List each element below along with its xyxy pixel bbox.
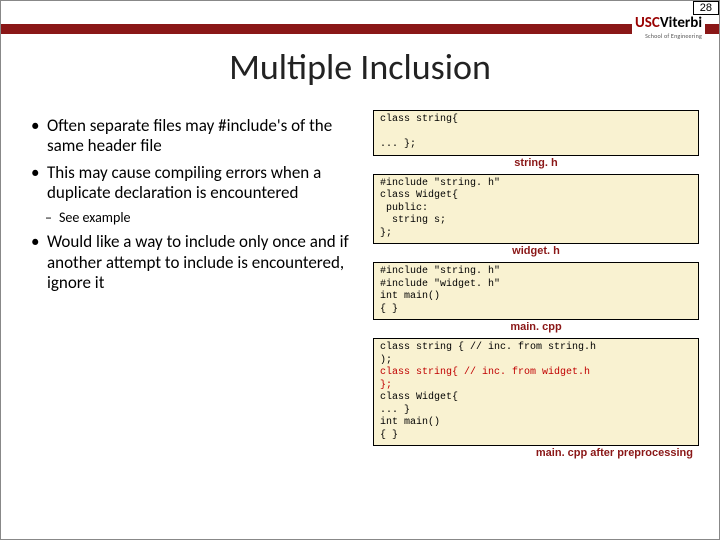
logo-main: USCViterbi: [635, 16, 702, 31]
code-column: class string{ ... }; string. h #include …: [361, 106, 711, 536]
code-box-widget-h: #include "string. h" class Widget{ publi…: [373, 174, 699, 245]
file-label: widget. h: [373, 245, 699, 257]
code-box-string-h: class string{ ... };: [373, 110, 699, 156]
logo: USCViterbi School of Engineering: [632, 15, 705, 41]
code-line: class string { // inc. from string.h: [380, 342, 596, 353]
file-label: main. cpp after preprocessing: [373, 447, 699, 459]
slide-title: Multiple Inclusion: [1, 45, 719, 89]
content-area: Often separate files may #include's of t…: [1, 106, 719, 536]
logo-usc: USC: [635, 14, 660, 32]
header-bar: [1, 24, 719, 34]
code-box-main-cpp: #include "string. h" #include "widget. h…: [373, 262, 699, 320]
text-column: Often separate files may #include's of t…: [1, 106, 361, 536]
code-line-duplicate: class string{ // inc. from widget.h };: [380, 367, 590, 391]
code-box-preprocessed: class string { // inc. from string.h ); …: [373, 338, 699, 446]
bullet-item: Often separate files may #include's of t…: [31, 116, 351, 157]
bullet-item: Would like a way to include only once an…: [31, 232, 351, 293]
file-label: main. cpp: [373, 321, 699, 333]
page-number: 28: [693, 1, 719, 15]
logo-viterbi: Viterbi: [660, 14, 702, 32]
file-label: string. h: [373, 157, 699, 169]
bullet-item: This may cause compiling errors when a d…: [31, 163, 351, 204]
code-line: class Widget{ ... } int main() { }: [380, 392, 458, 441]
logo-subtitle: School of Engineering: [635, 32, 702, 40]
sub-bullet: See example: [31, 210, 351, 227]
code-line: );: [380, 355, 392, 366]
